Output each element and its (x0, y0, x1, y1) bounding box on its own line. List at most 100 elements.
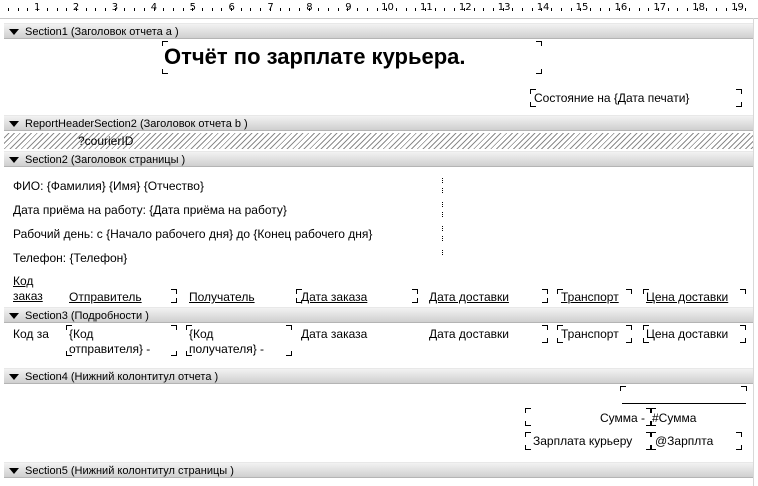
ruler-tick (154, 8, 155, 11)
column-header-delivery-date[interactable]: Дата доставки (429, 290, 509, 304)
ruler-tick (270, 8, 271, 11)
ruler-tick (677, 8, 678, 11)
field-corner (626, 325, 632, 330)
ruler-tick (367, 8, 368, 11)
section-band-report-header-a[interactable]: Section1 (Заголовок отчета а ) (4, 23, 753, 39)
courier-id-parameter[interactable]: ?courierID (78, 134, 133, 148)
ruler-tick (192, 8, 193, 11)
column-header-order-code[interactable]: Код (13, 274, 33, 288)
detail-transport[interactable]: Транспорт (561, 327, 619, 341)
section-band-report-header-b[interactable]: ReportHeaderSection2 (Заголовок отчета b… (4, 115, 753, 131)
ruler-number: 10 (381, 2, 394, 13)
ruler-tick (163, 8, 164, 11)
field-corner (171, 351, 177, 356)
section-band-report-footer[interactable]: Section4 (Нижний колонтитул отчета ) (4, 368, 753, 384)
print-date-field[interactable]: Состояние на {Дата печати} (534, 91, 689, 105)
ruler-tick (658, 8, 659, 11)
detail-receiver[interactable]: {Код (189, 327, 213, 341)
hire-date-field[interactable]: Дата приёма на работу: {Дата приёма на р… (13, 203, 287, 217)
field-corner (542, 298, 548, 303)
collapse-triangle-icon[interactable] (9, 313, 19, 319)
collapse-triangle-icon[interactable] (9, 374, 19, 380)
field-corner (736, 432, 742, 437)
field-corner (525, 432, 531, 437)
ruler-tick (415, 8, 416, 11)
field-corner (162, 41, 168, 46)
field-corner (620, 386, 626, 391)
ruler-number: 16 (614, 2, 628, 13)
section-label: Section2 (Заголовок страницы ) (25, 154, 186, 166)
collapse-triangle-icon[interactable] (9, 157, 19, 163)
ruler-tick (66, 8, 67, 11)
ruler-tick (474, 8, 475, 11)
field-corner (542, 338, 548, 343)
phone-field[interactable]: Телефон: {Телефон} (13, 251, 127, 265)
sum-label[interactable]: Сумма - (600, 411, 645, 425)
ruler-tick (309, 8, 310, 11)
collapse-triangle-icon[interactable] (9, 121, 19, 127)
horizontal-ruler: 12345678910111213141516171819 (0, 0, 758, 19)
ruler-tick (27, 8, 28, 11)
report-title[interactable]: Отчёт по зарплате курьера. (164, 44, 466, 70)
field-corner (650, 421, 656, 426)
detail-receiver-line2[interactable]: получателя} - (189, 342, 264, 356)
field-edge-marker (442, 178, 444, 183)
section-label: Section3 (Подробности ) (25, 310, 149, 322)
collapse-triangle-icon[interactable] (9, 468, 19, 474)
ruler-number: 19 (731, 2, 744, 13)
field-corner (542, 289, 548, 294)
column-header-price[interactable]: Цена доставки (646, 290, 728, 304)
ruler-tick (706, 8, 707, 11)
ruler-tick (37, 8, 38, 11)
detail-sender[interactable]: {Код (69, 327, 93, 341)
salary-label[interactable]: Зарплата курьеру (533, 434, 632, 448)
collapse-triangle-icon[interactable] (9, 29, 19, 35)
ruler-tick (386, 8, 387, 11)
ruler-tick (600, 8, 601, 11)
detail-delivery-date[interactable]: Дата доставки (429, 327, 509, 341)
ruler-tick (726, 8, 727, 11)
column-header-receiver[interactable]: Получатель (189, 290, 255, 304)
field-corner (557, 289, 563, 294)
ruler-tick (493, 8, 494, 11)
ruler-tick (503, 8, 504, 11)
column-header-transport[interactable]: Транспорт (561, 290, 619, 304)
section-band-page-header[interactable]: Section2 (Заголовок страницы ) (4, 151, 753, 167)
ruler-tick (47, 8, 48, 11)
workday-field[interactable]: Рабочий день: с {Начало рабочего дня} до… (13, 227, 372, 241)
sum-value-field[interactable]: #Сумма (652, 411, 696, 425)
sum-separator-line[interactable] (622, 403, 746, 404)
detail-order-code[interactable]: Код за (13, 327, 49, 341)
detail-price[interactable]: Цена доставки (646, 327, 728, 341)
column-header-order-date[interactable]: Дата заказа (301, 290, 367, 304)
ruler-tick (318, 8, 319, 11)
salary-value-field[interactable]: @Зарплта (655, 434, 713, 448)
field-corner (736, 445, 742, 450)
detail-order-date[interactable]: Дата заказа (301, 327, 367, 341)
field-corner (740, 338, 746, 343)
ruler-tick (280, 8, 281, 11)
field-corner (736, 89, 742, 94)
ruler-tick (144, 8, 145, 11)
field-corner (530, 102, 536, 107)
fio-field[interactable]: ФИО: {Фамилия} {Имя} {Отчество} (13, 179, 204, 193)
ruler-tick (328, 8, 329, 11)
ruler-tick (522, 8, 523, 11)
ruler-tick (377, 8, 378, 11)
field-edge-marker (442, 202, 444, 207)
ruler-tick (173, 8, 174, 11)
ruler-tick (483, 8, 484, 11)
section-band-details[interactable]: Section3 (Подробности ) (4, 307, 753, 323)
field-corner (650, 445, 656, 450)
column-header-sender[interactable]: Отправитель (69, 290, 142, 304)
field-edge-marker (442, 188, 444, 193)
field-corner (66, 325, 72, 330)
ruler-tick (338, 8, 339, 11)
ruler-number: 18 (692, 2, 706, 13)
field-corner (643, 338, 649, 343)
detail-sender-line2[interactable]: отправителя} - (69, 342, 150, 356)
column-header-order-code-line2[interactable]: заказ (13, 289, 43, 303)
field-corner (525, 445, 531, 450)
field-corner (296, 298, 302, 303)
section-band-page-footer[interactable]: Section5 (Нижний колонтитул страницы ) (4, 462, 753, 478)
